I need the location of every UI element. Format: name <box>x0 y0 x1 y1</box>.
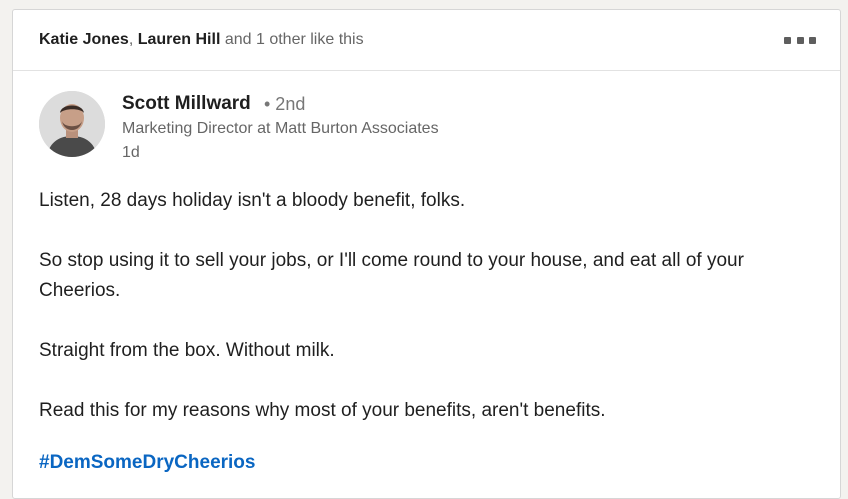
author-name[interactable]: Scott Millward <box>122 93 251 115</box>
post-timestamp: 1d <box>122 144 140 161</box>
connection-degree: • 2nd <box>264 94 306 114</box>
more-options-button[interactable] <box>784 35 816 45</box>
post-card: Katie Jones, Lauren Hill and 1 other lik… <box>12 9 841 499</box>
post-paragraph: Read this for my reasons why most of you… <box>39 400 606 421</box>
liker-name[interactable]: Katie Jones <box>39 31 129 48</box>
post-paragraph: So stop using it to sell your jobs, or I… <box>39 250 744 301</box>
post-body: Listen, 28 days holiday isn't a bloody b… <box>39 186 819 426</box>
post-author: Scott Millward • 2nd Marketing Director … <box>39 88 799 168</box>
liker-separator: , <box>128 31 138 48</box>
social-activity-bar: Katie Jones, Lauren Hill and 1 other lik… <box>13 10 840 71</box>
post-paragraph: Listen, 28 days holiday isn't a bloody b… <box>39 190 466 211</box>
social-activity-text: Katie Jones, Lauren Hill and 1 other lik… <box>39 31 364 49</box>
more-icon <box>809 36 816 44</box>
more-icon <box>784 36 791 44</box>
avatar[interactable] <box>39 91 105 157</box>
author-headline: Marketing Director at Matt Burton Associ… <box>122 120 439 137</box>
likes-suffix: and 1 other like this <box>220 31 364 48</box>
more-icon <box>796 36 804 44</box>
liker-name[interactable]: Lauren Hill <box>138 31 221 48</box>
post-paragraph: Straight from the box. Without milk. <box>39 340 335 361</box>
hashtag-link[interactable]: #DemSomeDryCheerios <box>39 452 255 474</box>
